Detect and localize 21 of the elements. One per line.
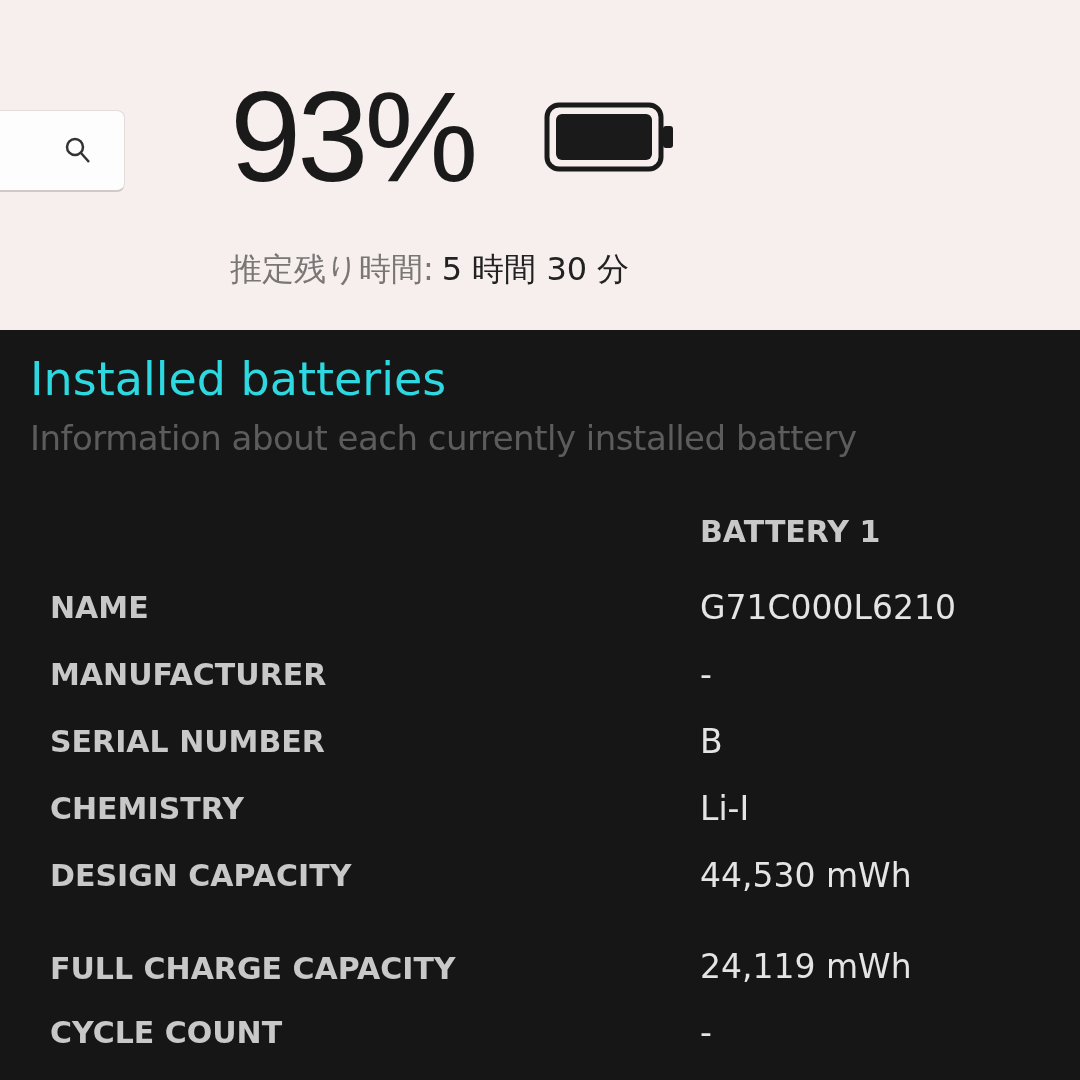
column-header: BATTERY 1 [700, 514, 882, 551]
property-label: NAME [50, 589, 150, 627]
section-subtitle: Information about each currently installed battery [30, 417, 858, 460]
search-field[interactable] [0, 110, 125, 192]
property-label: SERIAL NUMBER [50, 723, 326, 761]
property-value: 24,119 mWh [700, 946, 913, 988]
property-label: FULL CHARGE CAPACITY [50, 950, 457, 988]
remaining-time-value: 5 時間 30 分 [441, 249, 630, 290]
remaining-time-label: 推定残り時間: [230, 249, 434, 290]
property-label: MANUFACTURER [50, 656, 328, 694]
property-value: 44,530 mWh [700, 855, 913, 897]
property-value: Li-I [700, 788, 751, 830]
section-title: Installed batteries [30, 351, 448, 408]
battery-percentage: 93% [230, 73, 475, 201]
property-value: G71C000L6210 [700, 587, 957, 629]
property-value: B [700, 721, 724, 763]
property-label: CYCLE COUNT [50, 1014, 284, 1052]
property-value: - [700, 654, 713, 696]
property-label: CHEMISTRY [50, 790, 245, 828]
property-label: DESIGN CAPACITY [50, 857, 353, 895]
property-value: - [700, 1012, 713, 1054]
